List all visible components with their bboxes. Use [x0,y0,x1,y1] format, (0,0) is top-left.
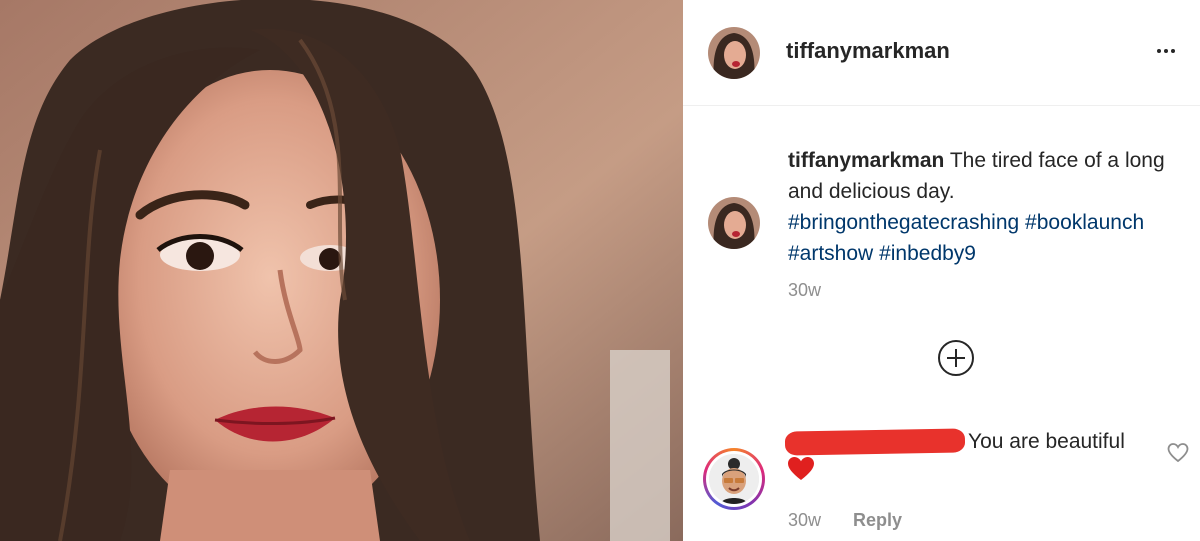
red-heart-emoji [788,457,814,481]
caption-author-avatar[interactable] [708,197,760,249]
comment-text: You are beautiful [968,430,1125,453]
plus-circle-icon[interactable] [937,339,975,377]
commenter-avatar-border [706,451,762,507]
more-options-icon[interactable] [1151,38,1181,64]
more-dot [1157,49,1161,53]
hashtag-link[interactable]: #booklaunch [1025,211,1144,234]
more-dot [1171,49,1175,53]
caption-username[interactable]: tiffanymarkman [788,149,944,172]
commenter-avatar[interactable] [703,448,765,510]
post-details-panel: tiffanymarkman tiffanymarkman The tired … [683,0,1200,541]
hashtag-link[interactable]: #bringonthegatecrashing [788,211,1019,234]
hashtag-link[interactable]: #artshow [788,242,873,265]
heart-outline-icon[interactable] [1167,442,1189,464]
post-author-username[interactable]: tiffanymarkman [786,38,950,64]
post-photo[interactable] [0,0,683,541]
reply-button[interactable]: Reply [853,510,902,531]
selfie-image [0,0,683,541]
bitmoji-avatar [709,454,759,504]
caption-timestamp[interactable]: 30w [788,280,821,301]
hashtag-link[interactable]: #inbedby9 [879,242,976,265]
redacted-commenter-username [784,428,966,456]
more-dot [1164,49,1168,53]
comment-timestamp[interactable]: 30w [788,510,821,531]
post-header: tiffanymarkman [683,0,1200,106]
author-avatar[interactable] [708,27,760,79]
post-caption: tiffanymarkman The tired face of a long … [788,145,1188,269]
